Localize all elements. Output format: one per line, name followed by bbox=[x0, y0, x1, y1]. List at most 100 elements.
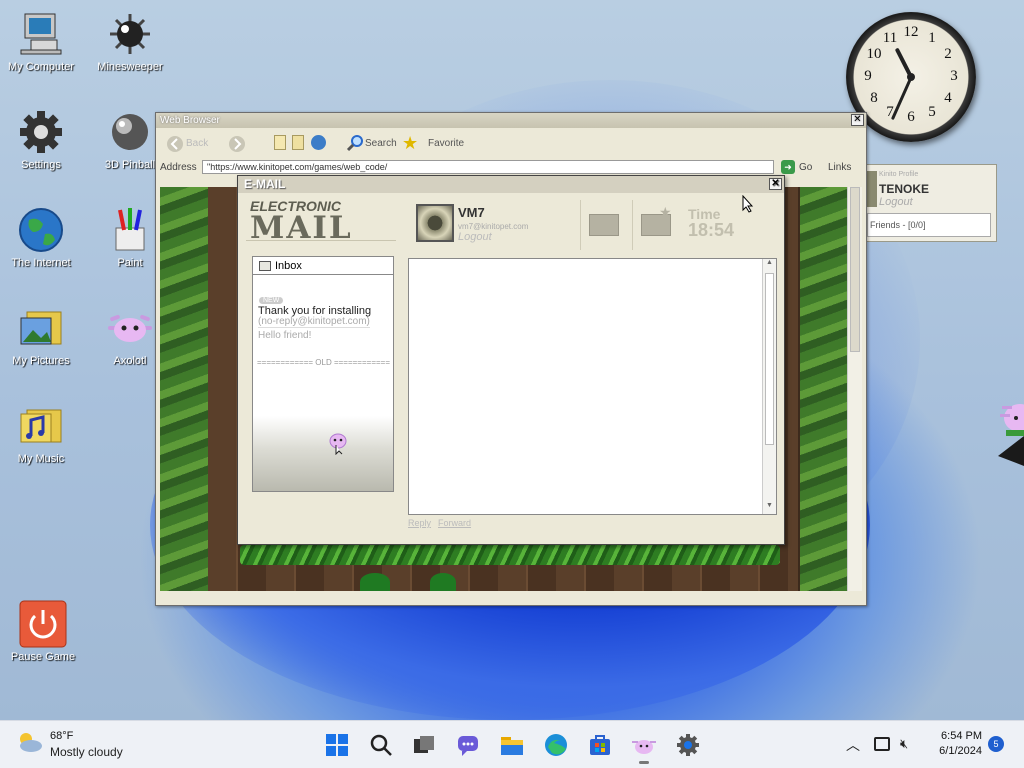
weather-cloud-icon[interactable] bbox=[16, 731, 44, 753]
logo-divider bbox=[246, 240, 396, 241]
message-scrollbar[interactable]: ▲ ▼ bbox=[762, 259, 776, 514]
browser-toolbar: Back Search ★ Favorite bbox=[156, 128, 866, 158]
network-icon[interactable] bbox=[874, 737, 890, 751]
forward-arrow-icon bbox=[229, 136, 245, 152]
chat-icon bbox=[458, 736, 478, 756]
forward-button[interactable] bbox=[228, 135, 246, 156]
new-mail-button[interactable]: ★ bbox=[632, 200, 678, 250]
compose-button[interactable] bbox=[580, 200, 626, 250]
browser-titlebar[interactable]: Web Browser ✕ bbox=[156, 113, 866, 128]
taskbar-time[interactable]: 6:54 PM bbox=[930, 730, 982, 742]
clock-numeral: 11 bbox=[882, 30, 898, 46]
store-button[interactable] bbox=[588, 733, 612, 757]
edge-icon bbox=[545, 734, 567, 756]
gear-icon bbox=[677, 734, 699, 756]
active-indicator bbox=[639, 761, 649, 764]
user-logout-link[interactable]: Logout bbox=[458, 231, 492, 243]
task-view-button[interactable] bbox=[412, 733, 436, 757]
globe-small-icon[interactable] bbox=[311, 135, 326, 150]
desktop-icon-pause-game[interactable]: Pause Game bbox=[2, 600, 84, 663]
windows-logo-icon bbox=[326, 734, 348, 756]
clock-numeral: 8 bbox=[870, 90, 878, 106]
address-input[interactable]: "https://www.kinitopet.com/games/web_cod… bbox=[202, 160, 774, 174]
user-name: VM7 bbox=[458, 205, 485, 220]
globe-icon bbox=[17, 206, 65, 254]
scroll-down-icon[interactable]: ▼ bbox=[764, 502, 775, 513]
reply-link[interactable]: Reply bbox=[408, 518, 431, 528]
settings-button[interactable] bbox=[676, 733, 700, 757]
show-hidden-icons-chevron-icon[interactable]: ︿ bbox=[846, 735, 860, 755]
taskbar-search-button[interactable] bbox=[369, 733, 393, 757]
edge-browser-button[interactable] bbox=[544, 733, 568, 757]
vines-left bbox=[160, 187, 212, 591]
forward-link[interactable]: Forward bbox=[438, 518, 471, 528]
file-explorer-button[interactable] bbox=[500, 733, 524, 757]
folder-icon bbox=[501, 737, 523, 755]
go-label[interactable]: Go bbox=[799, 162, 812, 173]
task-view-icon bbox=[414, 736, 434, 753]
email-window[interactable]: E-MAIL ✕ ELECTRONIC MAIL VM7 vm7@kinitop… bbox=[237, 175, 785, 545]
computer-icon bbox=[17, 10, 65, 58]
browser-close-button[interactable]: ✕ bbox=[851, 114, 864, 126]
start-button[interactable] bbox=[325, 733, 349, 757]
friends-count: Friends - [0/0] bbox=[870, 220, 926, 230]
chat-button[interactable] bbox=[456, 733, 480, 757]
friends-box[interactable]: Friends - [0/0] bbox=[867, 213, 991, 237]
paint-icon bbox=[106, 206, 154, 254]
time-value: 18:54 bbox=[688, 220, 735, 240]
browser-scrollbar[interactable] bbox=[847, 187, 862, 591]
links-label[interactable]: Links bbox=[828, 162, 851, 173]
user-email: vm7@kinitopet.com bbox=[458, 222, 529, 231]
back-button[interactable] bbox=[166, 135, 184, 156]
desktop-icon-settings[interactable]: Settings bbox=[0, 108, 82, 171]
axolotl-pet[interactable] bbox=[994, 396, 1024, 470]
address-url: "https://www.kinitopet.com/games/web_cod… bbox=[207, 162, 388, 172]
frog-decoration bbox=[430, 573, 456, 591]
taskbar-date[interactable]: 6/1/2024 bbox=[930, 745, 982, 757]
message-sender[interactable]: (no-reply@kinitopet.com) bbox=[258, 316, 370, 328]
axolotl-app-button[interactable] bbox=[632, 733, 656, 764]
desktop-icon-the-internet[interactable]: The Internet bbox=[0, 206, 82, 269]
inbox-header[interactable]: Inbox bbox=[253, 257, 393, 275]
inbox-panel: Inbox NEW Thank you for installing (no-r… bbox=[252, 256, 394, 492]
message-view: ▲ ▼ bbox=[408, 258, 777, 515]
notification-badge[interactable]: 5 bbox=[988, 736, 1004, 752]
weather-temperature[interactable]: 68°F bbox=[50, 730, 73, 742]
weather-description[interactable]: Mostly cloudy bbox=[50, 745, 123, 759]
axolotl-cursor-icon bbox=[327, 431, 349, 456]
desktop-icon-label: Minesweeper bbox=[97, 61, 163, 73]
page-icon[interactable] bbox=[274, 135, 286, 150]
desktop-icon-my-pictures[interactable]: My Pictures bbox=[0, 304, 82, 367]
search-button[interactable] bbox=[346, 134, 364, 155]
message-preview[interactable]: Hello friend! bbox=[258, 330, 311, 341]
desktop-icon-label: Settings bbox=[21, 159, 61, 171]
grass-strip bbox=[240, 545, 780, 565]
document-icon[interactable] bbox=[292, 135, 304, 150]
frog-decoration bbox=[360, 573, 390, 591]
desktop-icon-my-music[interactable]: My Music bbox=[0, 402, 82, 465]
browser-scroll-thumb[interactable] bbox=[850, 187, 860, 352]
clock-numeral: 2 bbox=[944, 46, 952, 62]
address-label: Address bbox=[160, 162, 197, 173]
folder-icon bbox=[259, 261, 271, 271]
star-icon: ★ bbox=[659, 204, 672, 220]
favorite-button[interactable]: ★ bbox=[402, 133, 418, 154]
desktop-icon-minesweeper[interactable]: Minesweeper bbox=[89, 10, 171, 73]
store-icon bbox=[590, 735, 610, 755]
desktop-icon-my-computer[interactable]: My Computer bbox=[0, 10, 82, 73]
magnifier-icon bbox=[346, 135, 363, 152]
vines-right bbox=[800, 187, 848, 591]
profile-logout-link[interactable]: Logout bbox=[879, 196, 913, 208]
power-icon bbox=[19, 600, 67, 648]
user-avatar bbox=[416, 204, 454, 242]
volume-muted-icon[interactable]: 🔇︎ bbox=[900, 736, 916, 752]
gear-icon bbox=[17, 108, 65, 156]
clock-numeral: 1 bbox=[928, 30, 936, 46]
taskbar: 68°F Mostly cloudy ︿ 🔇︎ 6:54 PM 6/1/2024… bbox=[0, 720, 1024, 768]
go-button[interactable]: ➜ bbox=[781, 160, 795, 174]
scroll-up-icon[interactable]: ▲ bbox=[764, 259, 775, 270]
email-titlebar[interactable]: E-MAIL ✕ bbox=[238, 176, 784, 193]
email-close-button[interactable]: ✕ bbox=[769, 178, 782, 190]
message-scroll-thumb[interactable] bbox=[765, 273, 774, 445]
pinball-icon bbox=[106, 108, 154, 156]
